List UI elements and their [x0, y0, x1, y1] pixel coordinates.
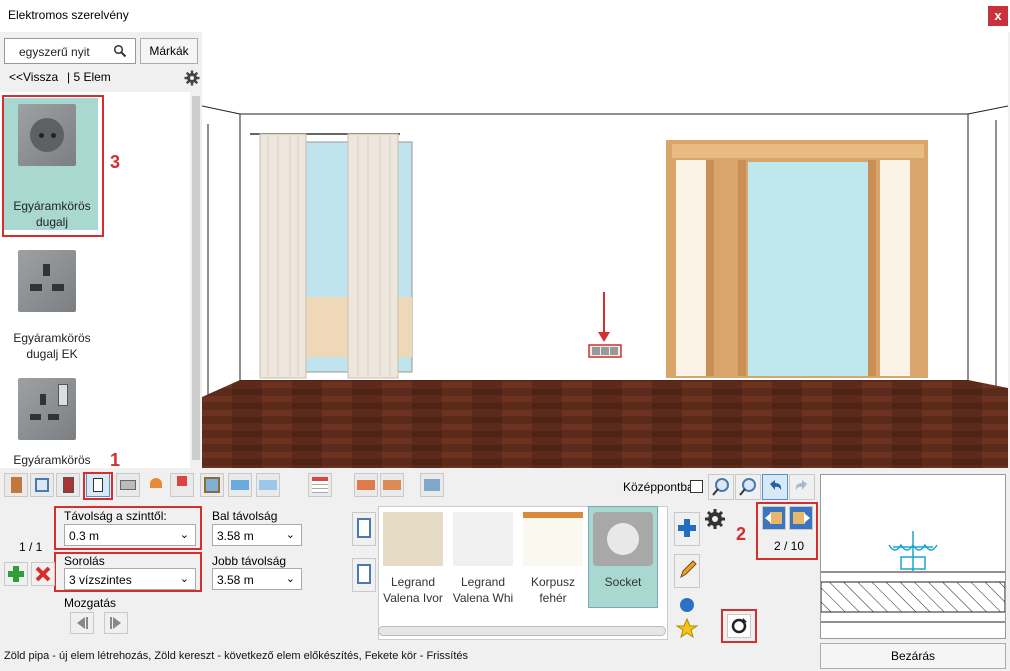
center-checkbox[interactable] — [690, 480, 703, 493]
window-title: Elektromos szerelvény — [8, 8, 129, 22]
close-button[interactable]: Bezárás — [820, 643, 1006, 669]
socket-image[interactable] — [18, 250, 76, 312]
back-link[interactable]: <<Vissza — [9, 70, 58, 84]
page-indicator: 1 / 1 — [19, 540, 43, 554]
item-count: | 5 Elem — [67, 70, 111, 84]
distance-label: Távolság a szinttől: — [64, 509, 167, 523]
material-name-2: fehér — [539, 591, 567, 605]
zoom-in-icon[interactable] — [708, 474, 734, 500]
list-item-label[interactable]: Egyáramkörös — [4, 452, 100, 468]
mat-tool-icon[interactable] — [256, 473, 280, 497]
settings-gear-icon[interactable] — [184, 70, 200, 86]
edit-pencil-icon[interactable] — [674, 554, 700, 588]
prepare-next-button[interactable] — [31, 562, 55, 586]
move-right-button[interactable] — [104, 612, 128, 634]
redo-icon[interactable] — [789, 474, 815, 500]
distance-dropdown[interactable]: 0.3 m ⌄ — [64, 524, 196, 546]
left-distance-label: Bal távolság — [212, 509, 278, 523]
zoom-out-icon[interactable] — [735, 474, 761, 500]
annotation-box-3 — [2, 95, 104, 237]
refresh-button[interactable] — [727, 614, 751, 638]
undo-icon[interactable] — [762, 474, 788, 500]
row-value: 3 vízszintes — [69, 573, 132, 587]
lamp-tool-icon[interactable] — [144, 473, 168, 497]
rug-tool-icon[interactable] — [228, 473, 252, 497]
left-distance-dropdown[interactable]: 3.58 m ⌄ — [212, 524, 302, 546]
scroll-arrow-icon[interactable] — [190, 458, 202, 468]
material-name: Korpusz — [530, 575, 576, 589]
material-name-2: Valena Ivor — [383, 591, 443, 605]
plan-preview — [820, 474, 1006, 639]
opening-tool-icon[interactable] — [56, 473, 80, 497]
row-label: Sorolás — [64, 554, 105, 568]
right-distance-value: 3.58 m — [217, 573, 254, 587]
globe-icon[interactable] — [676, 596, 698, 614]
annotation-number-2: 2 — [736, 524, 747, 544]
close-window-button[interactable]: x — [988, 6, 1008, 26]
brands-button[interactable]: Márkák — [140, 38, 198, 64]
material-item[interactable]: Legrand Valena Ivor — [380, 512, 446, 606]
radiator-tool-icon[interactable] — [116, 473, 140, 497]
material-name: Legrand — [460, 575, 506, 589]
chevron-down-icon: ⌄ — [285, 529, 295, 541]
shutter-tool-icon[interactable] — [308, 473, 332, 497]
chevron-down-icon: ⌄ — [179, 529, 189, 541]
frame-page-indicator: 2 / 10 — [774, 539, 805, 553]
list-scrollbar[interactable] — [190, 92, 202, 468]
right-distance-label: Jobb távolság — [212, 554, 287, 568]
material-scrollbar[interactable] — [378, 626, 666, 636]
center-label: Középpontba — [623, 480, 694, 494]
material-pick-icon[interactable] — [352, 512, 376, 546]
material-name: Legrand — [390, 575, 436, 589]
wall-tool-icon[interactable] — [420, 473, 444, 497]
picture-tool-icon[interactable] — [200, 473, 224, 497]
add-element-button[interactable] — [4, 562, 28, 586]
room-render — [202, 32, 1008, 468]
move-left-button[interactable] — [70, 612, 94, 634]
socket-image[interactable] — [18, 378, 76, 440]
annotation-number-1: 1 — [110, 450, 121, 470]
search-icon[interactable] — [113, 44, 127, 58]
material-name-2: Valena Whi — [452, 591, 514, 605]
3d-view[interactable] — [202, 32, 1008, 468]
status-bar: Zöld pipa - új elem létrehozás, Zöld ker… — [4, 650, 469, 662]
material-name: Socket — [604, 575, 642, 589]
title-bar — [0, 0, 1010, 32]
material-apply-icon[interactable] — [352, 558, 376, 592]
chevron-down-icon: ⌄ — [179, 573, 189, 585]
previous-frame-button[interactable] — [762, 506, 786, 530]
material-item-selected[interactable]: Socket — [590, 512, 656, 590]
chevron-down-icon: ⌄ — [285, 573, 295, 585]
tiles-tool-icon[interactable] — [380, 473, 404, 497]
left-distance-value: 3.58 m — [217, 529, 254, 543]
row-dropdown[interactable]: 3 vízszintes ⌄ — [64, 568, 196, 590]
material-item[interactable]: Legrand Valena Whi — [450, 512, 516, 606]
annotation-number-3: 3 — [110, 152, 121, 172]
next-frame-button[interactable] — [789, 506, 813, 530]
right-distance-dropdown[interactable]: 3.58 m ⌄ — [212, 568, 302, 590]
list-item-label[interactable]: Egyáramkörös dugalj EK — [4, 330, 100, 362]
window-tool-icon[interactable] — [30, 473, 54, 497]
door-tool-icon[interactable] — [4, 473, 28, 497]
add-material-icon[interactable] — [674, 512, 700, 546]
annotation-box-1 — [83, 472, 113, 500]
search-value: egyszerű nyit — [19, 45, 90, 59]
material-settings-gear-icon[interactable] — [704, 508, 726, 530]
sink-tool-icon[interactable] — [354, 473, 378, 497]
floor-lamp-tool-icon[interactable] — [170, 473, 194, 497]
distance-value: 0.3 m — [69, 529, 100, 543]
material-item[interactable]: Korpusz fehér — [520, 512, 586, 606]
move-label: Mozgatás — [64, 596, 117, 610]
favorite-star-icon[interactable] — [675, 617, 699, 639]
search-input[interactable]: egyszerű nyit — [4, 38, 136, 64]
